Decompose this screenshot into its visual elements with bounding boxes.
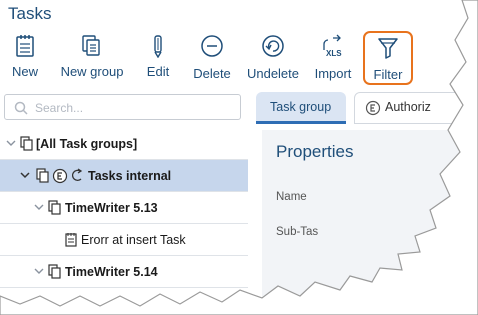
task-group-icon: [48, 200, 61, 215]
task-group-icon: [20, 136, 33, 151]
undelete-button[interactable]: Undelete: [244, 32, 302, 84]
tree-row-timewriter-5-13[interactable]: TimeWriter 5.13: [0, 192, 248, 224]
tree-row-all-task-groups[interactable]: [All Task groups]: [0, 128, 248, 160]
tree-label: [All Task groups]: [36, 137, 138, 151]
undo-circle-icon: [262, 35, 284, 57]
sync-icon: [71, 168, 83, 182]
tab-authorization-label: Authoriz: [385, 100, 431, 114]
import-button[interactable]: XLS Import: [310, 32, 356, 84]
tree-label: TimeWriter 5.13: [65, 201, 158, 215]
tree-label: TimeWriter 5.14: [65, 265, 158, 279]
tree-label: Erorr at insert Task: [81, 233, 186, 247]
search-box: [4, 94, 241, 120]
search-input[interactable]: [33, 98, 237, 118]
sub-tasks-field-label: Sub-Tas: [276, 226, 319, 238]
tab-authorization[interactable]: Authoriz: [354, 92, 478, 124]
chevron-down-icon[interactable]: [34, 202, 44, 212]
undelete-label: Undelete: [246, 66, 300, 81]
new-document-icon: [16, 35, 34, 57]
tree-row-task[interactable]: Erorr at insert Task: [0, 224, 248, 256]
name-field-label: Name: [276, 191, 307, 203]
task-group-icon: [36, 168, 49, 183]
chevron-down-icon[interactable]: [20, 170, 30, 180]
delete-button[interactable]: Delete: [190, 32, 234, 84]
search-icon: [14, 101, 28, 115]
new-button[interactable]: New: [8, 32, 42, 84]
chevron-down-icon[interactable]: [6, 138, 16, 148]
new-group-button[interactable]: New group: [56, 32, 128, 84]
new-group-icon: [82, 35, 100, 56]
properties-panel: Properties Name Sub-Tas: [262, 130, 478, 315]
task-icon: [65, 233, 77, 247]
import-label: Import: [314, 66, 352, 81]
tree-label: Tasks internal: [88, 169, 172, 183]
tree-row-timewriter-5-14[interactable]: TimeWriter 5.14: [0, 256, 248, 288]
e-circle-icon: [365, 100, 381, 116]
filter-button[interactable]: Filter: [363, 31, 413, 85]
pencil-icon: [154, 35, 162, 58]
tree-row-tasks-internal[interactable]: Tasks internal: [0, 160, 248, 192]
tasks-window: Tasks New New group Edit Delete Undelete…: [0, 0, 478, 315]
new-label: New: [11, 64, 38, 79]
edit-button[interactable]: Edit: [142, 32, 174, 84]
delete-label: Delete: [193, 66, 231, 81]
e-circle-icon: [52, 168, 68, 184]
task-group-icon: [48, 264, 61, 279]
filter-label: Filter: [373, 67, 403, 82]
properties-title: Properties: [276, 142, 354, 161]
new-group-label: New group: [60, 64, 124, 79]
page-title: Tasks: [8, 4, 52, 23]
minus-circle-icon: [201, 35, 223, 57]
chevron-down-icon[interactable]: [34, 266, 44, 276]
tab-task-group[interactable]: Task group: [256, 92, 346, 124]
edit-label: Edit: [146, 64, 170, 79]
xls-text: XLS: [326, 49, 342, 58]
funnel-icon: [378, 38, 398, 59]
xls-import-icon: XLS: [323, 34, 342, 58]
